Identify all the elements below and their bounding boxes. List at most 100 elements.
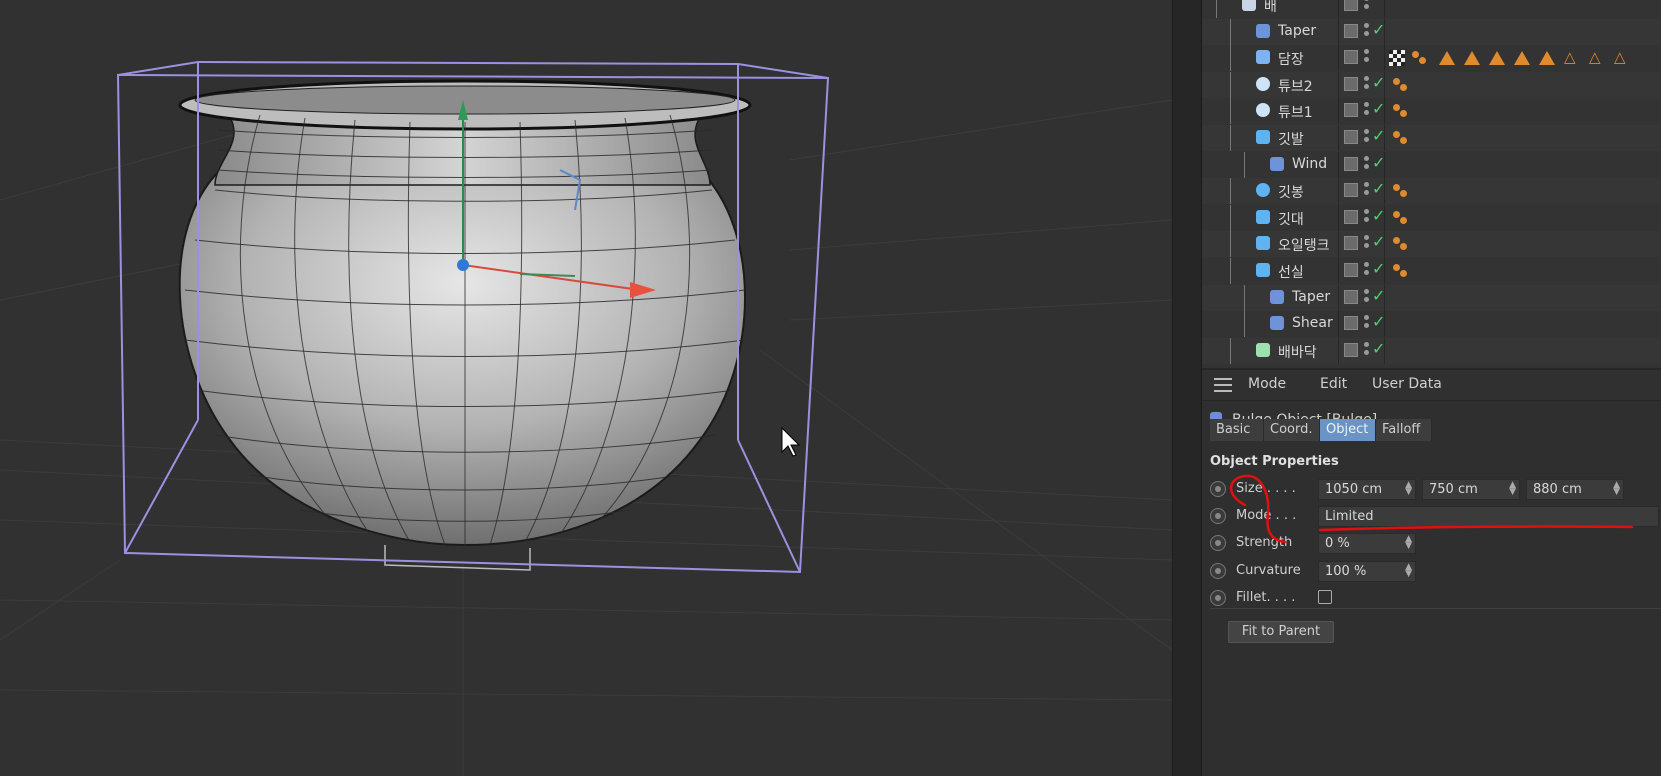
layer-edit-icon[interactable] (1344, 236, 1358, 251)
strength-keyframe-toggle[interactable] (1210, 535, 1226, 551)
layer-edit-icon[interactable] (1344, 76, 1358, 91)
checker-tag-icon[interactable] (1389, 50, 1405, 67)
object-row[interactable]: Taper ✓ (1202, 284, 1661, 311)
stepper-icon[interactable]: ▲ ▼ (1613, 481, 1620, 497)
visibility-dots-icon[interactable] (1364, 0, 1370, 14)
object-row[interactable]: Shear ✓ (1202, 311, 1661, 338)
object-name[interactable]: 담장 (1278, 49, 1304, 69)
visibility-dots-icon[interactable] (1364, 49, 1370, 67)
phong-tag-icon[interactable] (1392, 262, 1410, 280)
object-row[interactable]: Wind ✓ (1202, 151, 1661, 178)
visibility-dots-icon[interactable] (1364, 182, 1370, 200)
layer-edit-icon[interactable] (1344, 156, 1358, 171)
menu-edit[interactable]: Edit (1320, 376, 1347, 392)
fillet-checkbox[interactable] (1318, 590, 1332, 604)
visibility-dots-icon[interactable] (1364, 155, 1370, 174)
object-manager[interactable]: 배 Taper ✓ 담장 △ △ △ 튜브2 ✓ 튜브1 ✓ 깃발 ✓ Wind ✓ 깃봉 ✓ 깃대 ✓ 오일탱크 ✓ 선… (1202, 0, 1661, 368)
stepper-icon[interactable]: ▲ ▼ (1405, 481, 1412, 497)
fit-to-parent-button[interactable]: Fit to Parent (1228, 621, 1334, 643)
layer-edit-icon[interactable] (1344, 50, 1358, 65)
visibility-dots-icon[interactable] (1364, 315, 1370, 333)
object-name[interactable]: Taper (1292, 289, 1330, 305)
curvature-field[interactable]: 100 % ▲ ▼ (1318, 561, 1416, 582)
layer-edit-icon[interactable] (1344, 103, 1358, 118)
visibility-dots-icon[interactable] (1364, 262, 1370, 280)
tab-coord[interactable]: Coord. (1264, 419, 1320, 441)
panel-splitter[interactable] (1172, 0, 1203, 776)
tab-object[interactable]: Object (1320, 419, 1376, 441)
visibility-dots-icon[interactable] (1364, 208, 1370, 227)
visibility-dots-icon[interactable] (1364, 235, 1370, 253)
stepper-icon[interactable]: ▲ ▼ (1405, 535, 1412, 551)
size-keyframe-toggle[interactable] (1210, 481, 1226, 497)
phong-tag-icon[interactable] (1392, 235, 1410, 253)
object-row[interactable]: 담장 △ △ △ (1202, 45, 1661, 72)
object-row[interactable]: 튜브2 ✓ (1202, 71, 1661, 98)
triangle-outline-tag-icon[interactable]: △ (1564, 48, 1576, 66)
triangle-tag-icon[interactable] (1439, 51, 1455, 66)
phong-tag-icon[interactable] (1411, 49, 1429, 67)
object-row[interactable]: 선실 ✓ (1202, 258, 1661, 284)
phong-tag-icon[interactable] (1392, 182, 1410, 200)
visibility-dots-icon[interactable] (1364, 102, 1370, 120)
object-name[interactable]: 깃봉 (1278, 182, 1304, 202)
stepper-icon[interactable]: ▲ ▼ (1509, 481, 1516, 497)
phong-tag-icon[interactable] (1392, 76, 1410, 94)
object-name[interactable]: Shear (1292, 315, 1333, 331)
size-z-field[interactable]: 880 cm ▲ ▼ (1526, 479, 1624, 500)
phong-tag-icon[interactable] (1392, 129, 1410, 147)
visibility-dots-icon[interactable] (1364, 22, 1370, 41)
triangle-outline-tag-icon[interactable]: △ (1614, 48, 1626, 66)
object-row[interactable]: 튜브1 ✓ (1202, 98, 1661, 125)
tab-basic[interactable]: Basic (1210, 419, 1264, 441)
strength-field[interactable]: 0 % ▲ ▼ (1318, 533, 1416, 554)
layer-edit-icon[interactable] (1344, 183, 1358, 198)
object-row[interactable]: 깃대 ✓ (1202, 204, 1661, 231)
object-row[interactable]: 오일탱크 ✓ (1202, 231, 1661, 258)
layer-edit-icon[interactable] (1344, 23, 1358, 38)
layer-edit-icon[interactable] (1344, 209, 1358, 224)
object-name[interactable]: 깃발 (1278, 129, 1304, 149)
tab-falloff[interactable]: Falloff (1376, 419, 1432, 441)
hamburger-menu-icon[interactable] (1214, 378, 1232, 392)
object-name[interactable]: 배 (1264, 0, 1277, 16)
layer-edit-icon[interactable] (1344, 130, 1358, 144)
mode-dropdown[interactable]: Limited (1318, 506, 1659, 527)
object-name[interactable]: 배바닥 (1278, 342, 1317, 362)
layer-edit-icon[interactable] (1344, 0, 1358, 11)
phong-tag-icon[interactable] (1392, 102, 1410, 120)
menu-user-data[interactable]: User Data (1372, 376, 1442, 392)
object-name[interactable]: 튜브1 (1278, 102, 1313, 122)
size-x-field[interactable]: 1050 cm ▲ ▼ (1318, 479, 1416, 500)
visibility-dots-icon[interactable] (1364, 129, 1370, 147)
object-name[interactable]: 튜브2 (1278, 76, 1313, 96)
object-name[interactable]: Taper (1278, 23, 1316, 39)
visibility-dots-icon[interactable] (1364, 341, 1370, 360)
object-name[interactable]: 선실 (1278, 262, 1304, 282)
triangle-tag-icon[interactable] (1514, 51, 1530, 66)
visibility-dots-icon[interactable] (1364, 288, 1370, 307)
stepper-icon[interactable]: ▲ ▼ (1405, 563, 1412, 579)
triangle-tag-icon[interactable] (1539, 51, 1555, 66)
object-row[interactable]: 깃발 ✓ (1202, 125, 1661, 151)
object-row[interactable]: Taper ✓ (1202, 18, 1661, 45)
object-row[interactable]: 깃봉 ✓ (1202, 178, 1661, 205)
curvature-keyframe-toggle[interactable] (1210, 563, 1226, 579)
phong-tag-icon[interactable] (1392, 209, 1410, 227)
layer-edit-icon[interactable] (1344, 342, 1358, 357)
size-y-field[interactable]: 750 cm ▲ ▼ (1422, 479, 1520, 500)
3d-viewport[interactable] (0, 0, 1172, 776)
object-row[interactable]: 배 (1202, 0, 1661, 18)
object-row[interactable]: 배바닥 ✓ (1202, 337, 1661, 364)
triangle-outline-tag-icon[interactable]: △ (1589, 48, 1601, 66)
triangle-tag-icon[interactable] (1489, 51, 1505, 66)
layer-edit-icon[interactable] (1344, 263, 1358, 277)
menu-mode[interactable]: Mode (1248, 376, 1286, 392)
object-name[interactable]: Wind (1292, 156, 1327, 172)
triangle-tag-icon[interactable] (1464, 51, 1480, 66)
mode-keyframe-toggle[interactable] (1210, 508, 1226, 524)
visibility-dots-icon[interactable] (1364, 75, 1370, 94)
object-name[interactable]: 깃대 (1278, 209, 1304, 229)
layer-edit-icon[interactable] (1344, 289, 1358, 304)
fillet-keyframe-toggle[interactable] (1210, 590, 1226, 606)
